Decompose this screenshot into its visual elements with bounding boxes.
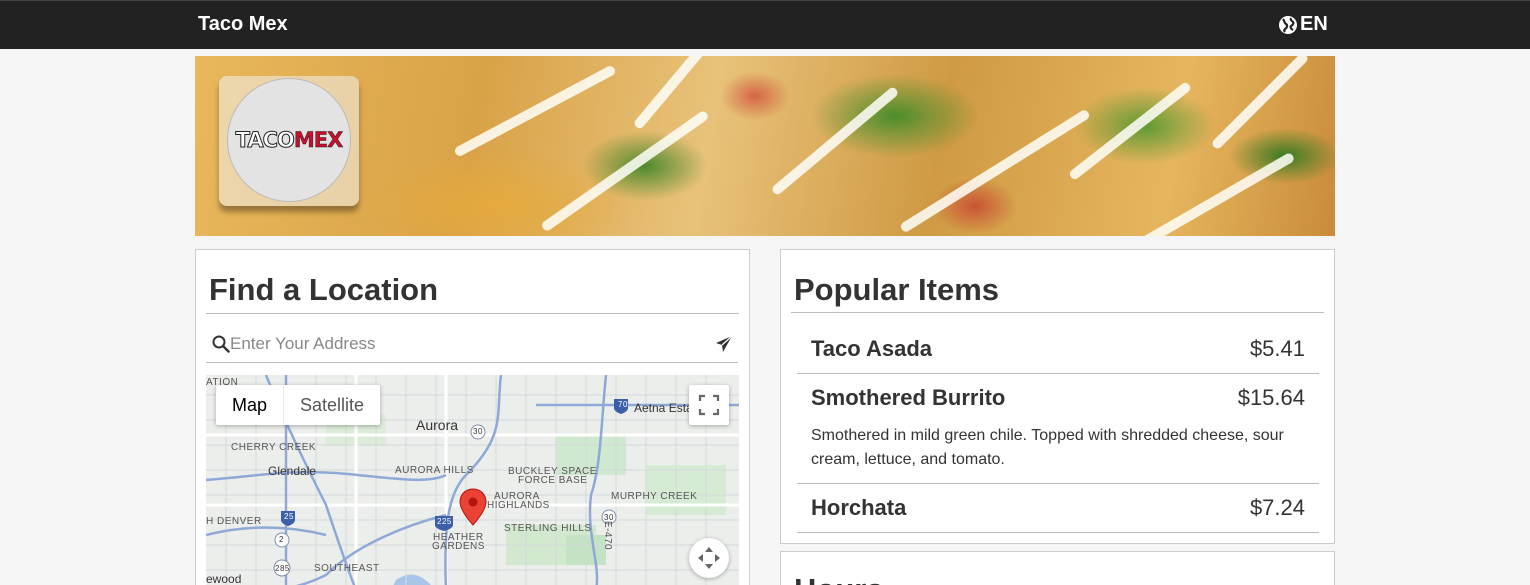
map-label: E-470 — [602, 520, 614, 551]
map-label: MURPHY CREEK — [611, 491, 698, 502]
highway-shield: 30 — [604, 513, 614, 522]
map-label: Aetna Esta — [634, 401, 693, 415]
map-type-control: Map Satellite — [216, 385, 381, 425]
logo-card: TACOMEX — [219, 76, 359, 206]
menu-item-price: $5.41 — [1249, 336, 1305, 361]
address-search — [206, 327, 738, 363]
language-label: EN — [1300, 13, 1328, 35]
top-navbar: Taco Mex EN — [0, 0, 1530, 49]
menu-item-name: Horchata — [811, 495, 907, 520]
menu-item-description: Smothered in mild green chile. Topped wi… — [811, 427, 1284, 468]
pan-control-button[interactable] — [689, 538, 729, 578]
language-selector[interactable]: EN — [1278, 13, 1328, 36]
map-label: HIGHLANDS — [487, 500, 550, 511]
popular-items-title: Popular Items — [794, 272, 999, 307]
menu-item-name: Smothered Burrito — [811, 385, 1006, 410]
search-icon — [212, 335, 230, 353]
highway-shield: 25 — [284, 512, 294, 521]
map-label: STERLING HILLS — [504, 523, 592, 534]
map-label: AURORA HILLS — [395, 465, 474, 476]
map-label: SOUTHEAST — [314, 563, 380, 574]
location-map[interactable]: ATION Aurora CHERRY CREEK Glendale AUROR… — [206, 375, 739, 585]
highway-shield: 2 — [279, 535, 284, 544]
globe-icon — [1279, 15, 1297, 34]
map-label: ewood — [206, 572, 242, 585]
fullscreen-icon — [698, 394, 720, 416]
logo-text-left: TACO — [235, 128, 295, 153]
address-input[interactable] — [230, 331, 710, 357]
map-type-map-button[interactable]: Map — [216, 385, 285, 425]
divider — [206, 313, 739, 314]
highway-shield: 225 — [437, 517, 452, 526]
map-label: Aurora — [416, 417, 459, 433]
map-label: FORCE BASE — [518, 475, 588, 486]
map-marker-icon[interactable] — [459, 488, 487, 526]
divider — [797, 483, 1319, 484]
brand-link[interactable]: Taco Mex — [198, 13, 288, 36]
divider — [797, 532, 1319, 533]
hero-banner: TACOMEX — [195, 56, 1335, 236]
map-label: Glendale — [268, 464, 317, 478]
highway-shield: 30 — [473, 427, 483, 436]
fullscreen-button[interactable] — [689, 385, 729, 425]
menu-item[interactable]: Taco Asada $5.41 — [797, 330, 1319, 374]
hours-panel: Hours — [780, 551, 1335, 585]
logo-text-right: MEX — [293, 128, 344, 153]
menu-item-price: $15.64 — [1237, 385, 1305, 410]
menu-item-price: $7.24 — [1249, 495, 1305, 520]
menu-item[interactable]: Horchata $7.24 — [797, 489, 1319, 533]
map-label: GARDENS — [432, 541, 485, 552]
highway-shield: 285 — [275, 564, 290, 573]
logo: TACOMEX — [227, 78, 351, 202]
move-arrows-icon — [698, 547, 720, 569]
menu-item-name: Taco Asada — [811, 336, 933, 361]
popular-items-panel: Popular Items Taco Asada $5.41 Smothered… — [780, 249, 1335, 544]
map-type-satellite-button[interactable]: Satellite — [284, 385, 380, 425]
map-label: H DENVER — [206, 516, 262, 527]
divider — [791, 312, 1324, 313]
location-title: Find a Location — [209, 272, 439, 307]
divider — [797, 373, 1319, 374]
send-icon[interactable] — [715, 335, 733, 353]
hours-title: Hours — [794, 572, 884, 585]
highway-shield: 70 — [618, 400, 628, 409]
menu-item[interactable]: Smothered Burrito $15.64 Smothered in mi… — [797, 379, 1319, 483]
map-label: CHERRY CREEK — [231, 442, 317, 453]
